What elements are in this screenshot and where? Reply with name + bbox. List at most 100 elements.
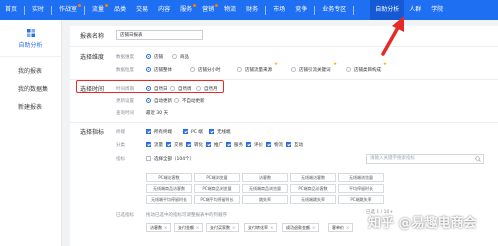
- nav-academy[interactable]: 学院: [426, 0, 448, 20]
- terminal-wireless-checkbox[interactable]: [209, 129, 214, 134]
- metric-option[interactable]: 平均停留时长: [338, 184, 384, 193]
- indicator-sub-label: 指标: [116, 157, 125, 162]
- nav-business-zone[interactable]: 业务专区: [317, 0, 351, 20]
- sidebar-item-my-reports[interactable]: 我的报表: [0, 63, 61, 81]
- metric-option[interactable]: 无线端商品浏览量: [242, 184, 288, 193]
- terminal-all-checkbox[interactable]: [146, 129, 151, 134]
- close-icon[interactable]: ×: [346, 225, 349, 230]
- category-label: 互动: [294, 142, 303, 148]
- metric-option[interactable]: PC端商品浏览量: [194, 184, 240, 193]
- nav-self-analysis[interactable]: 自助分析: [370, 0, 405, 20]
- granularity-radio-shop-overall[interactable]: [146, 67, 151, 72]
- metric-option[interactable]: 无线端商品访客数: [146, 184, 192, 193]
- metric-option[interactable]: 无线端浏览量: [338, 173, 384, 182]
- category-checkbox[interactable]: [226, 142, 231, 147]
- chip-label: 客单价: [332, 225, 344, 230]
- selected-metric-chip[interactable]: 访客数 ×: [146, 223, 172, 232]
- granularity-radio-keywords[interactable]: [291, 67, 296, 72]
- nav-audience[interactable]: 人群: [404, 0, 426, 20]
- nav-market[interactable]: 市场: [268, 0, 290, 20]
- metric-option[interactable]: PC端浏览量: [194, 173, 240, 182]
- select-all-checkbox[interactable]: [146, 156, 151, 161]
- close-icon[interactable]: ×: [196, 225, 199, 230]
- selected-metric-chip[interactable]: 客单价 ×: [328, 223, 354, 232]
- category-checkbox[interactable]: [286, 142, 291, 147]
- watermark: 知乎 @易趣电商会: [368, 216, 477, 231]
- nav-home[interactable]: 首页: [0, 0, 22, 20]
- chip-label: 支付金额: [178, 225, 194, 230]
- sidebar-title: 自助分析: [18, 41, 43, 49]
- category-checkbox[interactable]: [246, 142, 251, 147]
- nav-finance[interactable]: 财务: [241, 0, 263, 20]
- metric-option[interactable]: 无线端跳失率: [290, 195, 336, 204]
- nav-separator: [314, 5, 316, 15]
- query-time-sub-label: 查询时间: [116, 111, 134, 116]
- auto-update-radio[interactable]: [146, 98, 151, 103]
- close-icon[interactable]: ×: [312, 225, 315, 230]
- nav-category[interactable]: 品类: [109, 0, 131, 20]
- category-checkbox[interactable]: [266, 142, 271, 147]
- top-navigation: 首页 实时 作战室 流量 品类 交易 内容 服务 营销 物流 财务 市场 竞争 …: [0, 0, 498, 20]
- metric-option[interactable]: PC端跳失率: [338, 195, 384, 204]
- terminal-wireless-label: 无线端: [217, 129, 231, 135]
- nav-content[interactable]: 内容: [153, 0, 175, 20]
- terminal-sub-label: 终端: [116, 130, 125, 135]
- sidebar-item-new-report[interactable]: 新建报表: [0, 99, 61, 117]
- nav-service-label: 服务: [180, 6, 193, 13]
- category-checkbox[interactable]: [186, 142, 191, 147]
- metric-option[interactable]: 无线端访客数: [290, 173, 336, 182]
- category-label: 流量: [154, 142, 163, 148]
- notification-dot: [78, 4, 82, 7]
- select-all-label: 选择全部（104个）: [154, 156, 195, 162]
- close-icon[interactable]: ×: [164, 225, 167, 230]
- nav-logistics[interactable]: 物流: [219, 0, 241, 20]
- selected-hint: 拖动已选中的指标可调整报表中的列顺序: [146, 213, 227, 218]
- close-icon[interactable]: ×: [232, 225, 235, 230]
- nav-traffic-label: 流量: [92, 6, 105, 13]
- granularity-radio-hourly[interactable]: [190, 67, 195, 72]
- selected-metric-chip[interactable]: 支付买家数 ×: [206, 223, 240, 232]
- auto-update-label: 自动更新: [154, 98, 172, 104]
- metric-option[interactable]: PC端商品访客数: [290, 184, 336, 193]
- selected-metric-chip[interactable]: 支付金额 ×: [174, 223, 204, 232]
- selected-metric-chip[interactable]: 支付转化率 ×: [244, 223, 278, 232]
- granularity-radio-category[interactable]: [346, 67, 351, 72]
- nav-separator: [24, 5, 26, 15]
- nav-trade[interactable]: 交易: [131, 0, 153, 20]
- terminal-all-label: 所有终端: [154, 129, 172, 135]
- sidebar-item-my-datasets[interactable]: 我的数据集: [0, 81, 61, 99]
- nav-service[interactable]: 服务: [175, 0, 197, 20]
- dimension-shop-radio[interactable]: [146, 54, 151, 59]
- category-checkbox[interactable]: [206, 142, 211, 147]
- category-checkbox[interactable]: [166, 142, 171, 147]
- search-icon: [475, 156, 481, 162]
- metric-option[interactable]: 无线端平均停留时长: [146, 195, 192, 204]
- category-label: 服务: [234, 142, 243, 148]
- nav-separator: [84, 5, 86, 15]
- nav-marketing-label: 营销: [202, 6, 215, 13]
- nav-war-room[interactable]: 作战室: [54, 0, 82, 20]
- report-name-input[interactable]: [116, 30, 203, 40]
- selected-metric-chip[interactable]: 成功退款金额 ×: [282, 223, 320, 232]
- metric-option[interactable]: PC端平均停留时长: [194, 195, 240, 204]
- terminal-pc-checkbox[interactable]: [183, 129, 188, 134]
- divider: [70, 46, 498, 47]
- no-auto-update-radio[interactable]: [174, 98, 179, 103]
- metric-option[interactable]: PC端访客数: [146, 173, 192, 182]
- nav-realtime[interactable]: 实时: [27, 0, 49, 20]
- nav-marketing[interactable]: 营销: [197, 0, 219, 20]
- granularity-label: 店铺分小时: [198, 67, 221, 73]
- dimension-product-radio[interactable]: [172, 54, 177, 59]
- nav-traffic[interactable]: 流量: [87, 0, 109, 20]
- close-icon[interactable]: ×: [270, 225, 273, 230]
- granularity-radio-traffic-source[interactable]: [237, 67, 242, 72]
- category-checkbox[interactable]: [146, 142, 151, 147]
- nav-competition[interactable]: 竞争: [290, 0, 312, 20]
- metric-search-input[interactable]: 请输入关键字搜索指标: [366, 154, 484, 164]
- divider: [70, 122, 498, 123]
- star-icon: ★: [274, 62, 279, 67]
- nav-war-room-label: 作战室: [59, 6, 78, 13]
- metric-option[interactable]: 访客数: [242, 173, 288, 182]
- metric-option[interactable]: 跳失率: [242, 195, 288, 204]
- time-period-highlight-box: [76, 80, 224, 93]
